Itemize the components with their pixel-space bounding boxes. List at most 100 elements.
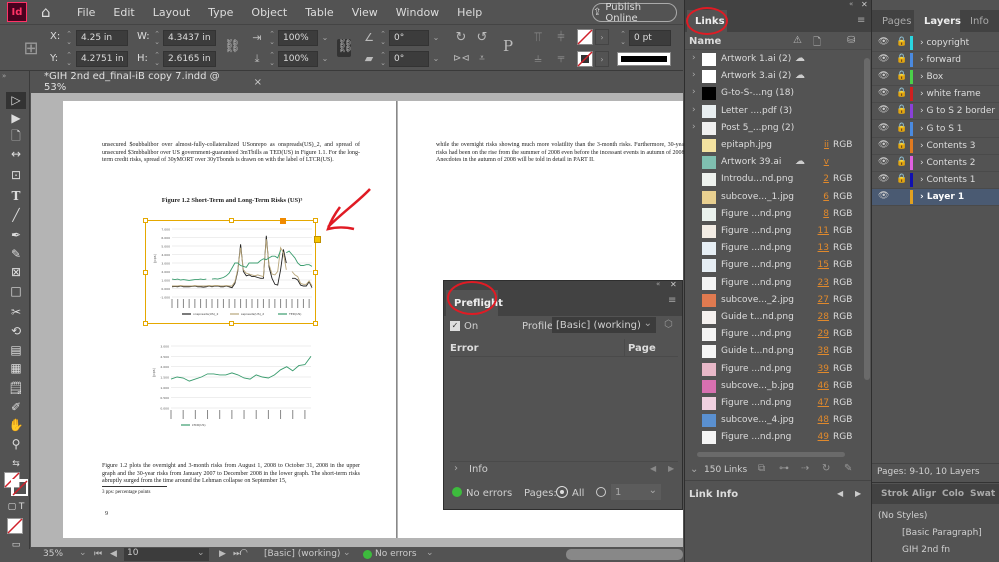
footnote[interactable]: 3 pps: percentage points	[102, 489, 150, 497]
scale-x-dropdown-icon[interactable]: ⌄	[318, 30, 332, 46]
link-row[interactable]: Figure ...nd.png 39 RGB	[685, 361, 860, 378]
link-page[interactable]: 38	[817, 346, 829, 356]
visibility-eye-icon[interactable]: 👁	[878, 123, 889, 133]
formatting-container-icon[interactable]: ▢ T	[6, 499, 26, 516]
flip-horizontal-icon[interactable]: ⊳⊲	[453, 51, 470, 67]
scale-y-dropdown-icon[interactable]: ⌄	[318, 51, 332, 67]
layer-row[interactable]: 👁 🔒 › G to S 1	[872, 121, 999, 138]
fill-menu-arrow-icon[interactable]: ›	[595, 29, 609, 45]
tab-info[interactable]: Info	[970, 16, 989, 27]
link-page[interactable]: 28	[817, 312, 829, 322]
preflight-progress-icon[interactable]: ◠	[240, 548, 248, 558]
relink-icon[interactable]: ⊶	[779, 463, 789, 474]
apply-none-icon[interactable]	[7, 518, 23, 534]
link-row[interactable]: Introdu...nd.png 2 RGB	[685, 171, 860, 188]
resize-handle[interactable]	[143, 270, 148, 275]
lock-icon[interactable]: 🔒	[896, 37, 907, 47]
selected-graphic-frame[interactable]: -1.000 0.000 1.000 2.000 3.000 4.000 5.000 6.00…	[143, 218, 321, 326]
lock-icon[interactable]: 🔒	[896, 105, 907, 115]
flip-vertical-icon[interactable]: ⩡	[474, 51, 490, 67]
expand-chevron-icon[interactable]: ›	[692, 105, 696, 115]
scale-y-stepper[interactable]: ⌃ ⌄	[266, 51, 278, 67]
free-transform-tool-icon[interactable]: ⟲	[6, 323, 26, 340]
menu-help[interactable]: Help	[457, 6, 482, 19]
go-to-link-icon[interactable]: ⇢	[801, 463, 809, 474]
layer-row[interactable]: 👁 🔒 › Box	[872, 69, 999, 87]
link-row[interactable]: › Artwork 3.ai (2) ☁	[685, 68, 860, 85]
link-page[interactable]: 39	[817, 364, 829, 374]
rotate-clockwise-icon[interactable]: ↻	[453, 30, 469, 46]
profile-dropdown-icon[interactable]: ⌄	[343, 548, 351, 558]
page-column-icon[interactable]: 🗋	[813, 35, 821, 52]
x-stepper[interactable]: ⌃ ⌄	[63, 30, 75, 46]
lock-icon[interactable]: 🔒	[896, 54, 907, 64]
hand-tool-icon[interactable]: ✋	[6, 417, 26, 434]
link-page[interactable]: 11	[817, 226, 829, 236]
w-field[interactable]: 4.3437 in	[163, 30, 216, 46]
layer-row[interactable]: 👁 › Layer 1	[872, 188, 999, 206]
shear-field[interactable]: 0°	[389, 51, 429, 67]
pages-all-radio[interactable]	[556, 486, 568, 498]
link-row[interactable]: › Post 5_...png (2)	[685, 120, 860, 137]
stroke-weight-field[interactable]: 0 pt	[629, 30, 671, 46]
link-row[interactable]: subcove..._4.jpg 48 RGB	[685, 412, 860, 429]
tab-align[interactable]: Aligr	[912, 489, 936, 499]
menu-type[interactable]: Type	[208, 6, 233, 19]
gap-tool-icon[interactable]: ↔	[6, 146, 26, 163]
profile-dropdown[interactable]: [Basic] (working) ⌄	[552, 317, 656, 333]
live-corner-handle[interactable]	[314, 236, 321, 243]
close-panel-icon[interactable]: ✕	[670, 280, 677, 289]
expand-chevron-icon[interactable]: ›	[692, 53, 696, 63]
rotate-field[interactable]: 0°	[389, 30, 429, 46]
graphic-frame[interactable]: 0.000 0.500 1.000 1.500 2.000 2.500 3.000 (pps)…	[145, 338, 316, 444]
scale-x-field[interactable]: 100%	[278, 30, 318, 46]
menu-file[interactable]: File	[77, 6, 95, 19]
lock-icon[interactable]: 🔒	[896, 88, 907, 98]
panel-menu-icon[interactable]: ≡	[668, 295, 676, 306]
rotate-dropdown-icon[interactable]: ⌄	[429, 30, 443, 46]
link-row[interactable]: Guide t...nd.png 38 RGB	[685, 343, 860, 360]
lock-icon[interactable]: 🔒	[896, 140, 907, 150]
info-expand-icon[interactable]: ›	[454, 463, 458, 474]
visibility-eye-icon[interactable]: 👁	[878, 140, 889, 150]
previous-error-icon[interactable]: ◀	[650, 464, 656, 473]
content-grabber-handle[interactable]	[280, 218, 286, 224]
link-page[interactable]: 6	[817, 192, 829, 202]
link-row[interactable]: Figure ...nd.png 11 RGB	[685, 223, 860, 240]
rotate-counterclockwise-icon[interactable]: ↺	[474, 30, 490, 46]
collapse-panel-icon[interactable]: «	[656, 280, 660, 288]
screen-mode-icon[interactable]: ▭	[6, 537, 26, 554]
home-icon[interactable]: ⌂	[41, 4, 59, 20]
w-stepper[interactable]: ⌃ ⌄	[151, 30, 163, 46]
link-row[interactable]: Figure ...nd.png 13 RGB	[685, 240, 860, 257]
layer-row[interactable]: 👁 🔒 › G to S 2 border	[872, 103, 999, 121]
page-tool-icon[interactable]: 🗋	[6, 128, 26, 145]
resize-handle[interactable]	[313, 321, 318, 326]
style-item[interactable]: [Basic Paragraph]	[902, 528, 982, 538]
pages-range-field[interactable]: 1 ⌄	[611, 484, 661, 500]
fill-swatch-none-icon[interactable]	[577, 29, 593, 45]
expand-chevron-icon[interactable]: ›	[692, 70, 696, 80]
zoom-level[interactable]: 35%	[43, 549, 63, 559]
error-column-header[interactable]: Error	[450, 343, 479, 354]
expand-links-icon[interactable]: ⌄	[690, 464, 698, 475]
expand-chevron-icon[interactable]: ›	[692, 87, 696, 97]
link-row[interactable]: › Artwork 1.ai (2) ☁	[685, 51, 860, 68]
rotate-stepper[interactable]: ⌃ ⌄	[377, 30, 389, 46]
content-collector-tool-icon[interactable]: ⊡	[6, 167, 26, 184]
link-row[interactable]: Figure ...nd.png 29 RGB	[685, 326, 860, 343]
link-page[interactable]: 27	[817, 295, 829, 305]
layer-override-column-icon[interactable]: ⛁	[847, 35, 855, 46]
layer-row[interactable]: 👁 🔒 › Contents 3	[872, 138, 999, 155]
info-label[interactable]: Info	[469, 464, 488, 475]
links-horizontal-scrollbar[interactable]	[697, 452, 845, 457]
menu-view[interactable]: View	[352, 6, 378, 19]
rectangle-frame-tool-icon[interactable]: ⊠	[6, 264, 26, 281]
y-stepper[interactable]: ⌃ ⌄	[63, 51, 75, 67]
scissors-tool-icon[interactable]: ✂	[6, 304, 26, 321]
page-dropdown-icon[interactable]: ⌄	[197, 548, 205, 558]
align-right-icon[interactable]: ⫧	[553, 51, 569, 67]
errors-dropdown-icon[interactable]: ⌄	[426, 548, 434, 558]
stroke-swatch-none-icon[interactable]	[577, 51, 593, 67]
resize-handle[interactable]	[313, 270, 318, 275]
